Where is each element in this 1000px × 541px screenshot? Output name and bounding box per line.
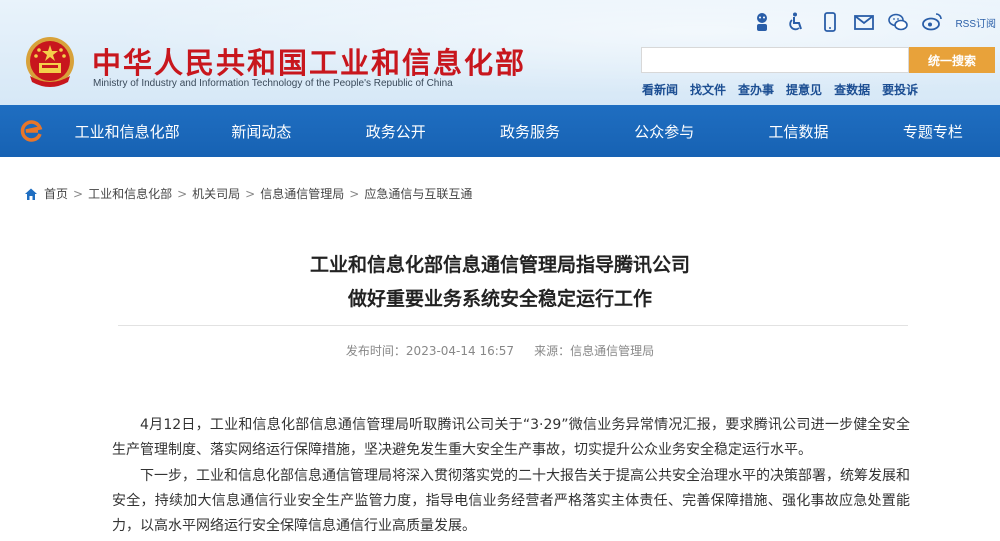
nav-item-participation[interactable]: 公众参与 — [597, 105, 731, 157]
site-title[interactable]: 中华人民共和国工业和信息化部 — [92, 40, 526, 82]
breadcrumb-separator: > — [177, 186, 188, 201]
article-meta: 发布时间：2023-04-14 16:57 来源：信息通信管理局 — [0, 342, 1000, 359]
breadcrumb-separator: > — [349, 186, 360, 201]
breadcrumb-separator: > — [245, 186, 256, 201]
search-input[interactable] — [641, 47, 909, 73]
nav-item-services[interactable]: 政务服务 — [463, 105, 597, 157]
rss-label[interactable]: RSS订阅 — [955, 15, 996, 30]
nav-item-topics[interactable]: 专题专栏 — [866, 105, 1000, 157]
breadcrumb-miit[interactable]: 工业和信息化部 — [88, 185, 172, 202]
article-source: 来源：信息通信管理局 — [534, 344, 655, 358]
quick-link-services[interactable]: 查办事 — [738, 81, 774, 98]
home-icon[interactable] — [24, 187, 38, 201]
article-title-line-1: 工业和信息化部信息通信管理局指导腾讯公司 — [309, 254, 690, 276]
weibo-icon[interactable] — [915, 10, 949, 34]
wechat-icon[interactable] — [881, 10, 915, 34]
article-title-line-2: 做好重要业务系统安全稳定运行工作 — [347, 288, 652, 310]
nav-item-miit[interactable]: 工业和信息化部 — [60, 105, 194, 157]
rss-link[interactable]: RSS订阅 — [949, 15, 996, 30]
article-paragraph: 下一步，工业和信息化部信息通信管理局将深入贯彻落实党的二十大报告关于提高公共安全… — [112, 468, 910, 534]
title-divider — [118, 325, 908, 326]
nav-item-news[interactable]: 新闻动态 — [194, 105, 328, 157]
e-government-logo-icon[interactable] — [18, 117, 46, 145]
article-paragraph: 4月12日，工业和信息化部信息通信管理局听取腾讯公司关于“3·29”微信业务异常… — [112, 417, 910, 458]
main-nav: 工业和信息化部 新闻动态 政务公开 政务服务 公众参与 工信数据 专题专栏 — [0, 105, 1000, 157]
breadcrumb-home[interactable]: 首页 — [44, 185, 68, 202]
unified-search-button[interactable]: 统一搜索 — [909, 47, 995, 73]
mail-icon[interactable] — [847, 10, 881, 34]
nav-item-public-affairs[interactable]: 政务公开 — [329, 105, 463, 157]
robot-icon[interactable] — [745, 10, 779, 34]
site-title-english: Ministry of Industry and Information Tec… — [93, 78, 453, 89]
breadcrumb: 首页 > 工业和信息化部 > 机关司局 > 信息通信管理局 > 应急通信与互联互… — [24, 185, 472, 202]
breadcrumb-separator: > — [73, 186, 84, 201]
breadcrumb-bureau[interactable]: 信息通信管理局 — [260, 185, 344, 202]
accessibility-icon[interactable] — [779, 10, 813, 34]
quick-link-complaint[interactable]: 要投诉 — [882, 81, 918, 98]
breadcrumb-category[interactable]: 应急通信与互联互通 — [364, 185, 472, 202]
top-utility-bar: RSS订阅 — [745, 10, 996, 34]
publish-time: 发布时间：2023-04-14 16:57 — [345, 344, 515, 358]
quick-links: 看新闻 找文件 查办事 提意见 查数据 要投诉 — [642, 81, 918, 98]
breadcrumb-departments[interactable]: 机关司局 — [192, 185, 240, 202]
quick-link-news[interactable]: 看新闻 — [642, 81, 678, 98]
nav-item-data[interactable]: 工信数据 — [731, 105, 865, 157]
site-header: 中华人民共和国工业和信息化部 Ministry of Industry and … — [0, 0, 1000, 157]
mobile-icon[interactable] — [813, 10, 847, 34]
national-emblem-icon[interactable] — [22, 34, 78, 92]
quick-link-data[interactable]: 查数据 — [834, 81, 870, 98]
quick-link-files[interactable]: 找文件 — [690, 81, 726, 98]
quick-link-feedback[interactable]: 提意见 — [786, 81, 822, 98]
